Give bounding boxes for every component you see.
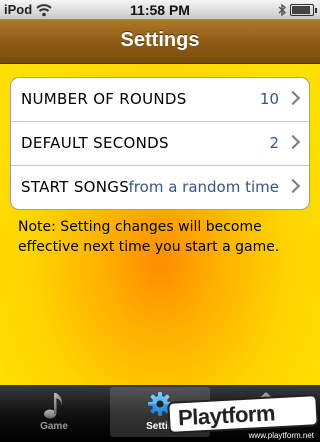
setting-label: DEFAULT SECONDS — [21, 134, 169, 152]
setting-value: 2 — [269, 134, 279, 152]
setting-row-default-seconds[interactable]: DEFAULT SECONDS 2 — [11, 122, 309, 166]
clock: 11:58 PM — [130, 2, 190, 18]
tab-game[interactable]: Game — [4, 387, 104, 437]
settings-group: NUMBER OF ROUNDS 10 DEFAULT SECONDS 2 ST… — [10, 77, 310, 210]
settings-content: NUMBER OF ROUNDS 10 DEFAULT SECONDS 2 ST… — [0, 64, 320, 385]
music-note-icon — [44, 393, 62, 419]
setting-value: 10 — [259, 90, 279, 108]
chevron-right-icon — [285, 90, 301, 106]
watermark-url: www.playtform.net — [248, 431, 314, 440]
page-title: Settings — [120, 29, 200, 51]
bluetooth-icon — [278, 3, 287, 17]
setting-row-start-songs[interactable]: START SONGS from a random time — [11, 166, 309, 209]
chevron-right-icon — [285, 134, 301, 150]
setting-row-number-of-rounds[interactable]: NUMBER OF ROUNDS 10 — [11, 78, 309, 122]
playtform-watermark: Playtform www.playtform.net — [167, 394, 320, 442]
setting-label: START SONGS — [21, 178, 130, 196]
watermark-logo-text: Playtform — [177, 400, 276, 431]
setting-value: from a random time — [128, 178, 279, 196]
navigation-bar: Settings — [0, 20, 320, 64]
setting-label: NUMBER OF ROUNDS — [21, 90, 187, 108]
battery-icon — [290, 4, 317, 16]
settings-note: Note: Setting changes will become effect… — [18, 219, 280, 255]
tab-label: Game — [40, 421, 68, 432]
status-bar: iPod 11:58 PM — [0, 0, 320, 20]
playtform-logo: Playtform — [167, 394, 319, 434]
chevron-right-icon — [285, 178, 301, 194]
